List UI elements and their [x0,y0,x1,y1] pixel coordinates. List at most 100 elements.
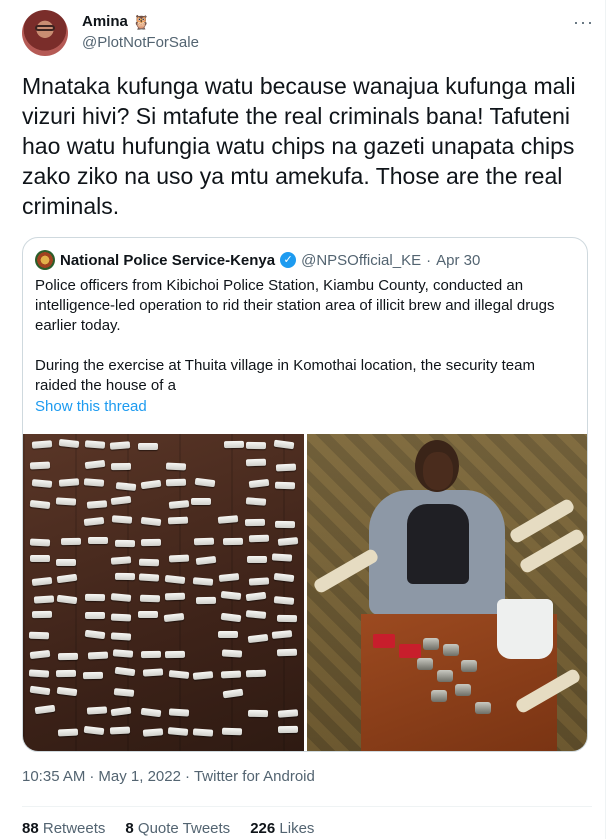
photo-rolled-stick [218,573,239,583]
photo-person-shirt [407,504,469,584]
photo-rolled-stick [271,553,293,562]
photo-rolled-stick [277,709,299,719]
photo-rolled-stick [84,612,105,620]
photo-rolled-stick [222,688,244,699]
avatar-glasses [35,25,55,31]
photo-rolled-stick [142,668,163,677]
quoted-photo-suspect[interactable] [307,434,587,751]
quoted-tweet-date: Apr 30 [436,251,481,269]
photo-rolled-stick [248,479,269,489]
photo-rolled-stick [222,537,243,545]
quoted-author-avatar [35,250,55,270]
quote-tweets-count: 8 [125,820,134,837]
photo-rolled-stick [222,728,243,736]
photo-rolled-stick [193,576,214,586]
verified-badge-icon: ✓ [280,252,297,268]
tweet-text: Mnataka kufunga watu because wanajua kuf… [22,73,576,219]
photo-rolled-stick [247,709,269,718]
photo-rolled-stick [30,685,51,696]
photo-rolled-stick [140,651,161,659]
photo-can [437,670,453,682]
photo-rolled-stick [55,497,77,506]
author-handle[interactable]: @PlotNotForSale [82,34,199,51]
photo-rolled-stick [115,573,136,581]
more-options-icon[interactable]: ··· [573,12,594,33]
retweets-count: 88 [22,820,39,837]
photo-rolled-stick [29,631,50,639]
photo-rolled-stick [83,516,104,527]
quote-tweets-stat[interactable]: 8 Quote Tweets [125,820,230,837]
photo-rolled-stick [29,499,51,510]
owl-emoji-icon: 🦉 [132,13,151,30]
show-thread-link[interactable]: Show this thread [35,398,147,415]
quoted-tweet-card[interactable]: National Police Service-Kenya ✓ @NPSOffi… [22,237,588,752]
photo-rolled-stick [110,593,132,602]
photo-rolled-stick [169,670,190,680]
likes-stat[interactable]: 226 Likes [250,820,314,837]
photo-rolled-stick [31,576,53,586]
photo-rolled-stick [56,558,77,566]
photo-rolled-stick [29,539,50,547]
photo-rolled-stick [196,555,217,565]
photo-person-face [423,452,453,490]
tweet-source[interactable]: Twitter for Android [194,768,315,785]
column-divider [605,0,606,839]
photo-rolled-stick [221,649,243,658]
photo-rolled-stick [140,538,161,547]
photo-rolled-stick [29,554,51,563]
photo-rolled-stick [140,594,161,602]
quoted-photo-seized-rolls[interactable] [23,434,304,751]
photo-can [417,658,433,670]
photo-rolled-stick [167,516,188,525]
photo-red-packet [399,644,421,658]
photo-rolled-stick [88,537,109,545]
photo-rolled-stick [111,613,132,622]
photo-rolled-stick [84,725,105,735]
photo-rolled-stick [84,630,106,640]
photo-rolled-stick [247,633,269,643]
photo-rolled-stick [114,667,135,677]
photo-rolled-stick [138,573,160,582]
photo-rolled-stick [166,462,187,471]
retweets-label: Retweets [42,820,106,837]
quoted-tweet-header: National Police Service-Kenya ✓ @NPSOffi… [35,250,480,270]
author-avatar[interactable] [22,10,68,56]
photo-rolled-stick [218,515,239,525]
photo-rolled-stick [166,478,187,487]
photo-rolled-stick [114,539,135,547]
photo-rolled-stick [110,441,131,451]
tweet-time[interactable]: 10:35 AM [22,768,85,785]
photo-rolled-stick [84,459,106,469]
photo-rolled-stick [110,632,132,641]
photo-rolled-stick [276,649,297,657]
author-name[interactable]: Amina [82,13,128,30]
tweet-date[interactable]: May 1, 2022 [98,768,181,785]
photo-rolled-stick [110,496,132,506]
photo-rolled-stick [141,516,162,526]
photo-rolled-stick [246,591,267,602]
photo-can [431,690,447,702]
photo-rolled-stick [246,441,267,450]
photo-rolled-stick [110,707,131,717]
meta-separator: · [184,768,190,785]
photo-rolled-stick [57,652,78,661]
author-name-row[interactable]: Amina 🦉 [82,13,150,30]
likes-label: Likes [279,820,315,837]
photo-rolled-stick [61,538,82,546]
photo-rolled-stick [246,497,267,507]
photo-rolled-stick [245,518,266,527]
engagement-stats: 88 Retweets 8 Quote Tweets 226 Likes [22,820,314,837]
photo-rolled-stick [140,479,162,490]
photo-rolled-stick [164,592,185,601]
photo-rolled-stick [245,669,266,678]
quoted-tweet-text: Police officers from Kibichoi Police Sta… [35,277,555,394]
photo-rolled-stick [195,478,216,488]
photo-rolled-stick [33,594,54,604]
photo-rolled-stick [272,629,293,639]
photo-rolled-stick [168,554,190,563]
photo-rolled-stick [88,651,109,660]
photo-rolled-stick [277,537,299,547]
photo-rolled-stick [191,498,212,506]
retweets-stat[interactable]: 88 Retweets [22,820,105,837]
photo-rolled-stick [56,573,78,584]
